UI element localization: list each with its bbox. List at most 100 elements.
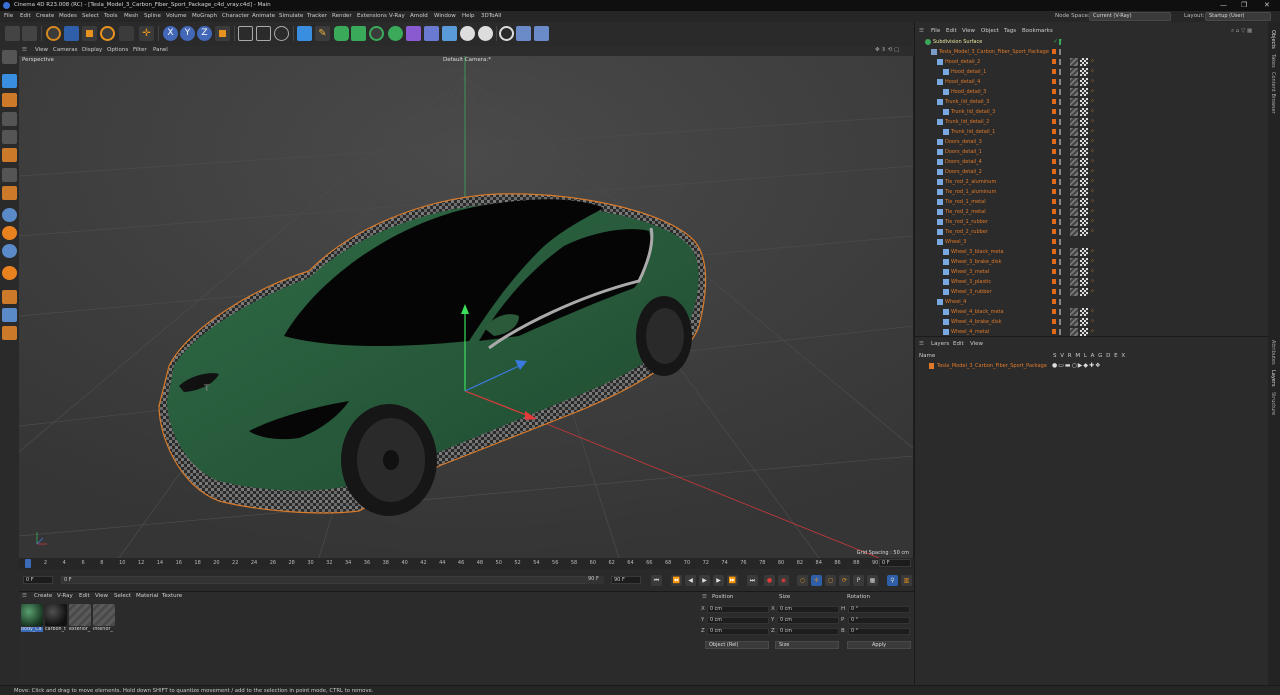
menu-edit[interactable]: Edit — [20, 13, 31, 19]
solo-off-icon[interactable] — [2, 326, 17, 340]
layer-color-swatch[interactable] — [1052, 269, 1056, 274]
om-search-icon[interactable]: ⌕ ⌂ ▽ ▦ — [1231, 28, 1252, 35]
material-tag-icon[interactable] — [1070, 138, 1078, 146]
max-frame-field[interactable]: 90 F — [611, 576, 641, 584]
selection-tag-icon[interactable]: ⁘ — [1090, 208, 1098, 216]
3dtoall-icon[interactable] — [516, 26, 531, 41]
record-icon[interactable]: ● — [764, 575, 775, 586]
object-row[interactable]: Tie_rod_1_aluminum ⁘ — [915, 187, 1269, 197]
locked-workplane-icon[interactable] — [2, 266, 17, 280]
selection-tag-icon[interactable]: ⁘ — [1090, 88, 1098, 96]
object-row[interactable]: Tie_rod_1_rubber ⁘ — [915, 217, 1269, 227]
texture-tag-icon[interactable] — [1080, 98, 1088, 106]
visibility-dots-icon[interactable] — [1059, 299, 1061, 305]
edges-mode-icon[interactable] — [2, 130, 17, 144]
layer-color-swatch[interactable] — [1052, 169, 1056, 174]
menu-file[interactable]: File — [4, 13, 13, 19]
live-select-icon[interactable] — [46, 26, 61, 41]
key-rotation-icon[interactable]: ⟳ — [839, 575, 850, 586]
om-menu-bookmarks[interactable]: Bookmarks — [1022, 28, 1053, 34]
layer-color-swatch[interactable] — [1052, 319, 1056, 324]
menu-character[interactable]: Character — [222, 13, 249, 19]
visibility-dots-icon[interactable] — [1059, 309, 1061, 315]
vray-render-icon[interactable] — [499, 26, 514, 41]
tab-attributes[interactable]: Attributes — [1270, 340, 1276, 365]
object-name[interactable]: Wheel_3_brake_disk — [951, 259, 1002, 265]
material-tag-icon[interactable] — [1070, 128, 1078, 136]
menu-animate[interactable]: Animate — [252, 13, 275, 19]
object-name[interactable]: Wheel_4 — [945, 299, 966, 305]
y-axis-icon[interactable]: Y — [180, 26, 195, 41]
tab-takes[interactable]: Takes — [1270, 54, 1276, 68]
pos-y-field[interactable]: 0 cm — [707, 617, 769, 624]
rot-p-field[interactable]: 0 ° — [848, 617, 910, 624]
visibility-dots-icon[interactable] — [1059, 329, 1061, 335]
visibility-dots-icon[interactable] — [1059, 79, 1061, 85]
object-name[interactable]: Trunk_lid_detail_1 — [951, 129, 995, 135]
keyframe-selection-icon[interactable]: ○ — [797, 575, 808, 586]
object-name[interactable]: Doors_detail_3 — [945, 139, 982, 145]
selection-tag-icon[interactable]: ⁘ — [1090, 328, 1098, 336]
selection-tag-icon[interactable]: ⁘ — [1090, 288, 1098, 296]
viewport-nav-icons[interactable]: ✥ ⇕ ⟲ ▢ — [875, 47, 899, 53]
material-menu-create[interactable]: Create — [34, 593, 52, 599]
vray-icon[interactable] — [478, 26, 493, 41]
material-swatch[interactable]: carbon_t — [45, 604, 67, 634]
visibility-dots-icon[interactable] — [1059, 249, 1061, 255]
visibility-dots-icon[interactable] — [1059, 129, 1061, 135]
coordinate-system-icon[interactable] — [215, 26, 230, 41]
material-tag-icon[interactable] — [1070, 188, 1078, 196]
timeline-scheme-icon[interactable]: ⚲ — [887, 575, 898, 586]
viewport-menu-view[interactable]: View — [35, 47, 48, 53]
object-row[interactable]: Wheel_3_rubber ⁘ — [915, 287, 1269, 297]
prev-frame-icon[interactable]: ◀ — [685, 575, 696, 586]
layer-color-swatch[interactable] — [1052, 199, 1056, 204]
visibility-dots-icon[interactable] — [1059, 289, 1061, 295]
texture-tag-icon[interactable] — [1080, 228, 1088, 236]
object-row[interactable]: Hood_detail_4 ⁘ — [915, 77, 1269, 87]
object-row[interactable]: Wheel_3 — [915, 237, 1269, 247]
menu-arnold[interactable]: Arnold — [410, 13, 428, 19]
material-tag-icon[interactable] — [1070, 68, 1078, 76]
menu-vray[interactable]: V-Ray — [389, 13, 405, 19]
om-menu-tags[interactable]: Tags — [1004, 28, 1016, 34]
texture-tag-icon[interactable] — [1080, 148, 1088, 156]
selection-tag-icon[interactable]: ⁘ — [1090, 98, 1098, 106]
visibility-dots-icon[interactable] — [1059, 89, 1061, 95]
layer-color-swatch[interactable] — [1052, 299, 1056, 304]
layer-color-swatch[interactable] — [1052, 89, 1056, 94]
om-menu-view[interactable]: View — [962, 28, 975, 34]
minimize-button[interactable]: — — [1220, 1, 1227, 9]
pos-z-field[interactable]: 0 cm — [707, 628, 769, 635]
layer-color-swatch[interactable] — [1052, 179, 1056, 184]
menu-mesh[interactable]: Mesh — [124, 13, 138, 19]
object-row[interactable]: Wheel_3_metal ⁘ — [915, 267, 1269, 277]
light-icon[interactable] — [460, 26, 475, 41]
texture-tag-icon[interactable] — [1080, 288, 1088, 296]
visibility-dots-icon[interactable] — [1059, 199, 1061, 205]
menu-spline[interactable]: Spline — [144, 13, 161, 19]
visibility-dots-icon[interactable] — [1059, 219, 1061, 225]
solo-icon[interactable] — [2, 290, 17, 304]
material-tag-icon[interactable] — [1070, 328, 1078, 336]
size-y-field[interactable]: 0 cm — [777, 617, 839, 624]
layers-menu-view[interactable]: View — [970, 341, 983, 347]
menu-extensions[interactable]: Extensions — [357, 13, 387, 19]
texture-tag-icon[interactable] — [1080, 118, 1088, 126]
key-scale-icon[interactable]: ◻ — [825, 575, 836, 586]
object-name[interactable]: Tie_rod_2_rubber — [945, 229, 988, 235]
object-name[interactable]: Subdivision Surface — [933, 39, 982, 45]
key-position-icon[interactable]: ✛ — [811, 575, 822, 586]
object-name[interactable]: Wheel_4_metal — [951, 329, 989, 335]
material-menu-material[interactable]: Material — [136, 593, 158, 599]
render-picture-viewer-icon[interactable] — [256, 26, 271, 41]
texture-tag-icon[interactable] — [1080, 258, 1088, 266]
layer-color-swatch[interactable] — [1052, 49, 1056, 54]
selection-tag-icon[interactable]: ⁘ — [1090, 168, 1098, 176]
selection-tag-icon[interactable]: ⁘ — [1090, 138, 1098, 146]
object-row[interactable]: Trunk_lid_detail_2 ⁘ — [915, 117, 1269, 127]
material-tag-icon[interactable] — [1070, 268, 1078, 276]
next-frame-icon[interactable]: ▶ — [713, 575, 724, 586]
go-to-start-icon[interactable]: ⏮ — [651, 575, 662, 586]
layer-color-swatch[interactable] — [1052, 279, 1056, 284]
